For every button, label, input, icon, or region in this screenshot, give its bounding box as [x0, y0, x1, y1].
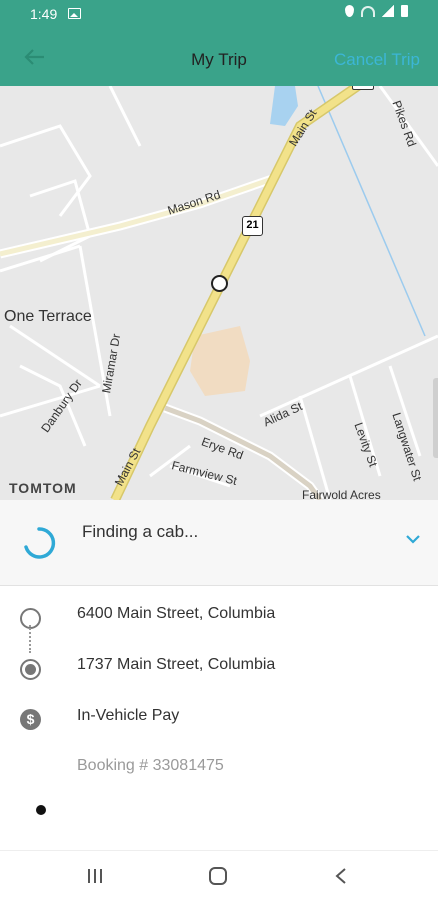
- loading-spinner-icon: [24, 527, 56, 559]
- trip-status-text: Finding a cab...: [82, 522, 199, 541]
- dropoff-address: 1737 Main Street, Columbia: [77, 656, 276, 673]
- payment-method: In-Vehicle Pay: [77, 707, 180, 724]
- map-attribution: TOMTOM: [9, 480, 77, 496]
- trip-status-bar[interactable]: Finding a cab...: [0, 500, 438, 586]
- home-button[interactable]: [209, 867, 227, 885]
- pickup-row: 6400 Main Street, Columbia: [0, 593, 438, 633]
- pickup-marker[interactable]: [211, 275, 228, 292]
- app-bar: My Trip Cancel Trip: [0, 28, 438, 86]
- status-bar: 1:49: [0, 0, 438, 28]
- status-time: 1:49: [30, 6, 58, 22]
- signal-icon: [382, 5, 394, 17]
- image-notification-icon: [68, 8, 81, 19]
- system-back-button[interactable]: [334, 868, 348, 884]
- wifi-icon: [361, 5, 375, 17]
- status-icons: [345, 5, 408, 17]
- map-roads: [0, 86, 438, 500]
- dropoff-row: 1737 Main Street, Columbia: [0, 644, 438, 684]
- chevron-down-icon[interactable]: [406, 532, 420, 546]
- system-nav-bar: [0, 850, 438, 900]
- route-shield-top: [352, 86, 374, 90]
- battery-icon: [401, 5, 408, 17]
- dot-indicator: [36, 805, 46, 815]
- pickup-address: 6400 Main Street, Columbia: [77, 605, 276, 622]
- cancel-trip-button[interactable]: Cancel Trip: [334, 50, 420, 70]
- dollar-icon: $: [20, 709, 41, 730]
- location-icon: [345, 5, 354, 17]
- route-shield: 21: [242, 216, 263, 236]
- dropoff-circle-icon: [20, 659, 41, 680]
- payment-row: $ In-Vehicle Pay: [0, 695, 438, 735]
- map-scroll-handle[interactable]: [433, 378, 438, 458]
- screen: 1:49 My Trip Cancel Trip Main St Main St…: [0, 0, 438, 900]
- trip-details: 6400 Main Street, Columbia 1737 Main Str…: [0, 587, 438, 850]
- place-label: One Terrace: [4, 308, 92, 325]
- booking-number: Booking # 33081475: [77, 757, 224, 774]
- map[interactable]: Main St Main St Mason Rd Miramar Dr Danb…: [0, 86, 438, 500]
- road-label: Fairwold Acres: [302, 488, 381, 500]
- recent-apps-button[interactable]: [88, 869, 104, 883]
